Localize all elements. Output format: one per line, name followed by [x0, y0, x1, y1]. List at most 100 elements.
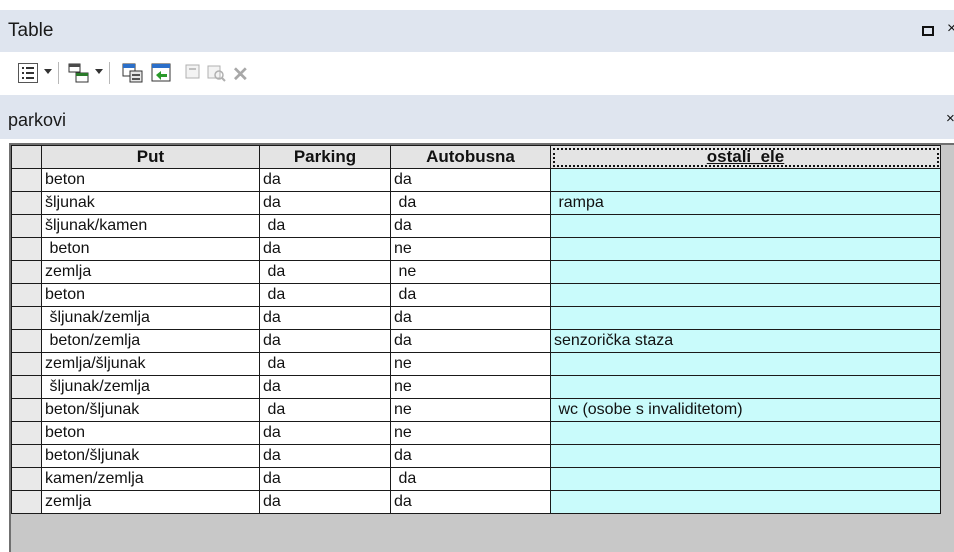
table-row[interactable]: zemlja/šljunak da ne [11, 352, 941, 376]
cell-autobusna[interactable]: da [390, 490, 551, 514]
column-header-autobusna[interactable]: Autobusna [390, 145, 551, 169]
cell-ostali-ele[interactable] [550, 352, 941, 376]
cell-autobusna[interactable]: ne [390, 421, 551, 445]
cell-ostali-ele[interactable]: wc (osobe s invaliditetom) [550, 398, 941, 422]
table-row[interactable]: beton da ne [11, 237, 941, 261]
cell-ostali-ele[interactable] [550, 421, 941, 445]
cell-parking[interactable]: da [259, 168, 391, 192]
cell-ostali-ele[interactable] [550, 467, 941, 491]
cell-put[interactable]: kamen/zemlja [41, 467, 260, 491]
window-close-icon[interactable]: × [947, 20, 954, 38]
cell-put[interactable]: šljunak [41, 191, 260, 215]
cell-parking[interactable]: da [259, 283, 391, 307]
cell-autobusna[interactable]: da [390, 214, 551, 238]
cell-parking[interactable]: da [259, 214, 391, 238]
table-row[interactable]: šljunak/kamen da da [11, 214, 941, 238]
tab-close-icon[interactable]: × [946, 110, 954, 127]
table-row[interactable]: beton/zemlja da da senzorička staza [11, 329, 941, 353]
row-selector[interactable] [11, 306, 42, 330]
related-tables-dropdown-icon[interactable] [95, 69, 103, 74]
zoom-to-selected-icon[interactable] [206, 63, 226, 83]
cell-put[interactable]: beton [41, 421, 260, 445]
cell-parking[interactable]: da [259, 490, 391, 514]
row-selector[interactable] [11, 398, 42, 422]
cell-ostali-ele[interactable]: senzorička staza [550, 329, 941, 353]
delete-selected-icon[interactable]: ✕ [232, 62, 249, 87]
column-header-put[interactable]: Put [41, 145, 260, 169]
row-selector[interactable] [11, 214, 42, 238]
cell-put[interactable]: zemlja/šljunak [41, 352, 260, 376]
cell-autobusna[interactable]: da [390, 467, 551, 491]
cell-ostali-ele[interactable] [550, 168, 941, 192]
table-row[interactable]: beton da ne [11, 421, 941, 445]
row-selector[interactable] [11, 191, 42, 215]
table-row[interactable]: beton da da [11, 283, 941, 307]
cell-parking[interactable]: da [259, 421, 391, 445]
select-by-attributes-icon[interactable] [122, 63, 143, 83]
column-header-parking[interactable]: Parking [259, 145, 391, 169]
switch-selection-icon[interactable] [151, 63, 171, 83]
related-tables-icon[interactable] [68, 63, 89, 83]
cell-parking[interactable]: da [259, 467, 391, 491]
table-row[interactable]: zemlja da ne [11, 260, 941, 284]
row-selector[interactable] [11, 283, 42, 307]
cell-put[interactable]: zemlja [41, 260, 260, 284]
cell-parking[interactable]: da [259, 237, 391, 261]
table-row[interactable]: šljunak da da rampa [11, 191, 941, 215]
row-selector[interactable] [11, 421, 42, 445]
tab-parkovi[interactable]: parkovi [8, 110, 66, 131]
row-selector[interactable] [11, 329, 42, 353]
table-row[interactable]: beton da da [11, 168, 941, 192]
cell-autobusna[interactable]: da [390, 329, 551, 353]
table-row[interactable]: šljunak/zemlja da da [11, 306, 941, 330]
cell-put[interactable]: beton/šljunak [41, 398, 260, 422]
cell-autobusna[interactable]: ne [390, 375, 551, 399]
cell-autobusna[interactable]: da [390, 283, 551, 307]
row-selector[interactable] [11, 444, 42, 468]
cell-autobusna[interactable]: da [390, 191, 551, 215]
cell-ostali-ele[interactable] [550, 237, 941, 261]
cell-parking[interactable]: da [259, 444, 391, 468]
cell-put[interactable]: šljunak/zemlja [41, 306, 260, 330]
cell-parking[interactable]: da [259, 191, 391, 215]
table-row[interactable]: beton/šljunak da da [11, 444, 941, 468]
row-selector[interactable] [11, 237, 42, 261]
row-selector[interactable] [11, 490, 42, 514]
cell-ostali-ele[interactable] [550, 444, 941, 468]
cell-put[interactable]: beton [41, 168, 260, 192]
cell-parking[interactable]: da [259, 306, 391, 330]
cell-parking[interactable]: da [259, 260, 391, 284]
cell-autobusna[interactable]: da [390, 306, 551, 330]
row-selector[interactable] [11, 168, 42, 192]
cell-autobusna[interactable]: ne [390, 352, 551, 376]
cell-put[interactable]: beton [41, 237, 260, 261]
cell-put[interactable]: beton/šljunak [41, 444, 260, 468]
table-options-dropdown-icon[interactable] [44, 69, 52, 74]
cell-put[interactable]: šljunak/zemlja [41, 375, 260, 399]
table-row[interactable]: šljunak/zemlja da ne [11, 375, 941, 399]
cell-parking[interactable]: da [259, 398, 391, 422]
cell-ostali-ele[interactable] [550, 214, 941, 238]
cell-autobusna[interactable]: ne [390, 398, 551, 422]
cell-put[interactable]: beton/zemlja [41, 329, 260, 353]
cell-ostali-ele[interactable] [550, 260, 941, 284]
row-selector[interactable] [11, 352, 42, 376]
column-header-ostali-ele[interactable]: ostali_ele [550, 145, 941, 169]
table-row[interactable]: kamen/zemlja da da [11, 467, 941, 491]
cell-put[interactable]: beton [41, 283, 260, 307]
row-selector[interactable] [11, 467, 42, 491]
cell-ostali-ele[interactable] [550, 490, 941, 514]
cell-parking[interactable]: da [259, 329, 391, 353]
cell-ostali-ele[interactable] [550, 306, 941, 330]
cell-parking[interactable]: da [259, 375, 391, 399]
cell-autobusna[interactable]: da [390, 444, 551, 468]
cell-ostali-ele[interactable] [550, 283, 941, 307]
cell-autobusna[interactable]: da [390, 168, 551, 192]
cell-autobusna[interactable]: ne [390, 260, 551, 284]
cell-put[interactable]: šljunak/kamen [41, 214, 260, 238]
table-row[interactable]: beton/šljunak da ne wc (osobe s invalidit… [11, 398, 941, 422]
cell-autobusna[interactable]: ne [390, 237, 551, 261]
cell-parking[interactable]: da [259, 352, 391, 376]
cell-ostali-ele[interactable]: rampa [550, 191, 941, 215]
cell-ostali-ele[interactable] [550, 375, 941, 399]
